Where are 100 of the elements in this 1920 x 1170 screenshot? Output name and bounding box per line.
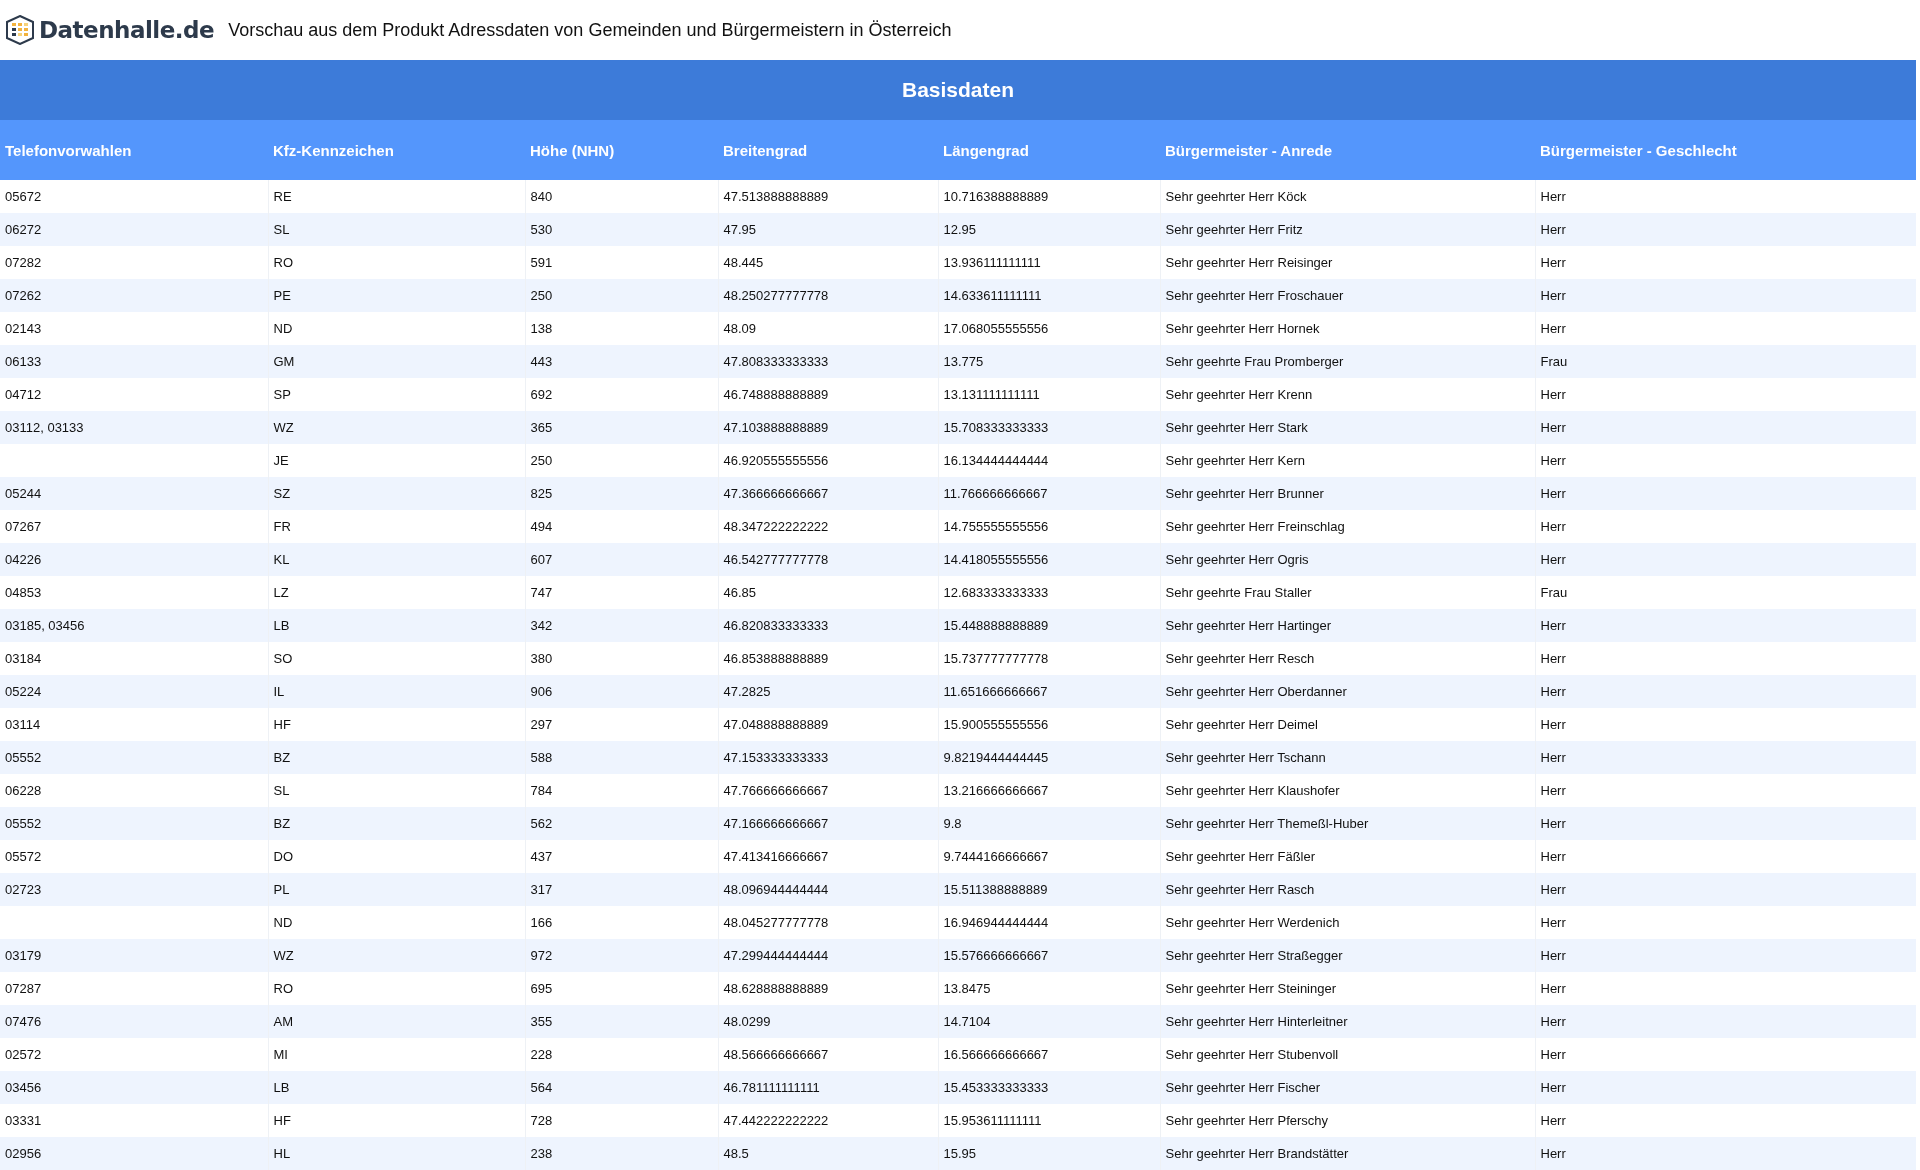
table-cell: 06228 — [0, 774, 268, 807]
table-cell: PE — [268, 279, 525, 312]
column-header: Kfz-Kennzeichen — [268, 120, 525, 180]
table-cell: 443 — [525, 345, 718, 378]
table-cell: 02572 — [0, 1038, 268, 1071]
table-cell: 07282 — [0, 246, 268, 279]
table-cell: 47.2825 — [718, 675, 938, 708]
table-cell: 9.8219444444445 — [938, 741, 1160, 774]
table-cell: 07476 — [0, 1005, 268, 1038]
logo-icon — [5, 15, 35, 45]
table-cell: 05672 — [0, 180, 268, 213]
table-cell: 46.542777777778 — [718, 543, 938, 576]
table-cell: 15.95 — [938, 1137, 1160, 1170]
table-cell: Herr — [1535, 807, 1916, 840]
table-cell: IL — [268, 675, 525, 708]
table-cell: Sehr geehrter Herr Hinterleitner — [1160, 1005, 1535, 1038]
table-cell: 47.299444444444 — [718, 939, 938, 972]
table-cell: 04712 — [0, 378, 268, 411]
table-cell: 05572 — [0, 840, 268, 873]
table-cell: LB — [268, 609, 525, 642]
table-cell: SZ — [268, 477, 525, 510]
table-cell: 530 — [525, 213, 718, 246]
table-cell: 14.633611111111 — [938, 279, 1160, 312]
table-cell: 03456 — [0, 1071, 268, 1104]
table-cell: Herr — [1535, 675, 1916, 708]
table-cell: 47.103888888889 — [718, 411, 938, 444]
table-cell: 03184 — [0, 642, 268, 675]
column-header: Längengrad — [938, 120, 1160, 180]
table-cell: Herr — [1535, 1071, 1916, 1104]
table-cell: 365 — [525, 411, 718, 444]
table-cell: 05552 — [0, 741, 268, 774]
table-cell: Herr — [1535, 939, 1916, 972]
table-cell: Herr — [1535, 1137, 1916, 1170]
table-cell: 48.0299 — [718, 1005, 938, 1038]
table-cell: 11.651666666667 — [938, 675, 1160, 708]
table-cell: Sehr geehrter Herr Themeßl-Huber — [1160, 807, 1535, 840]
table-cell: 317 — [525, 873, 718, 906]
table-cell: 562 — [525, 807, 718, 840]
table-cell: 07287 — [0, 972, 268, 1005]
table-cell: 906 — [525, 675, 718, 708]
table-cell: 07267 — [0, 510, 268, 543]
table-cell: 03179 — [0, 939, 268, 972]
table-cell: Sehr geehrter Herr Fritz — [1160, 213, 1535, 246]
table-cell: 355 — [525, 1005, 718, 1038]
table-cell: Sehr geehrter Herr Stark — [1160, 411, 1535, 444]
table-cell: Sehr geehrter Herr Hartinger — [1160, 609, 1535, 642]
table-cell: 46.820833333333 — [718, 609, 938, 642]
table-cell: 250 — [525, 279, 718, 312]
table-cell: 15.708333333333 — [938, 411, 1160, 444]
table-cell: Herr — [1535, 477, 1916, 510]
table-cell: 03185, 03456 — [0, 609, 268, 642]
table-cell: 05552 — [0, 807, 268, 840]
table-cell: PL — [268, 873, 525, 906]
table-cell: 238 — [525, 1137, 718, 1170]
table-cell: 11.766666666667 — [938, 477, 1160, 510]
table-cell: 03112, 03133 — [0, 411, 268, 444]
table-cell: Sehr geehrter Herr Oberdanner — [1160, 675, 1535, 708]
column-header: Bürgermeister - Anrede — [1160, 120, 1535, 180]
table-cell: 564 — [525, 1071, 718, 1104]
table-cell: GM — [268, 345, 525, 378]
table-cell: Herr — [1535, 279, 1916, 312]
table-cell: Sehr geehrter Herr Rasch — [1160, 873, 1535, 906]
table-cell: 03114 — [0, 708, 268, 741]
table-cell: BZ — [268, 807, 525, 840]
table-cell: 15.448888888889 — [938, 609, 1160, 642]
table-cell: 825 — [525, 477, 718, 510]
table-cell: 05224 — [0, 675, 268, 708]
table-cell: 47.153333333333 — [718, 741, 938, 774]
table-cell: Sehr geehrter Herr Tschann — [1160, 741, 1535, 774]
table-cell: Herr — [1535, 1005, 1916, 1038]
table-cell: 02143 — [0, 312, 268, 345]
table-cell: 14.418055555556 — [938, 543, 1160, 576]
table-cell: 04226 — [0, 543, 268, 576]
table-cell: 9.8 — [938, 807, 1160, 840]
table-cell: 48.096944444444 — [718, 873, 938, 906]
table-cell: Sehr geehrte Frau Promberger — [1160, 345, 1535, 378]
table-cell: 47.366666666667 — [718, 477, 938, 510]
table-cell: Sehr geehrter Herr Brandstätter — [1160, 1137, 1535, 1170]
table-cell: 13.775 — [938, 345, 1160, 378]
table-cell: 342 — [525, 609, 718, 642]
table-cell: 972 — [525, 939, 718, 972]
group-heading: Basisdaten — [0, 60, 1916, 120]
table-cell: Herr — [1535, 609, 1916, 642]
table-cell: HL — [268, 1137, 525, 1170]
table-cell: 46.781111111111 — [718, 1071, 938, 1104]
table-cell: 02723 — [0, 873, 268, 906]
table-cell: 15.576666666667 — [938, 939, 1160, 972]
page-title: Vorschau aus dem Produkt Adressdaten von Gemeinden und Bürgermeistern in Österreich — [228, 19, 952, 41]
table-cell: Herr — [1535, 411, 1916, 444]
table-cell: 47.95 — [718, 213, 938, 246]
table-cell: BZ — [268, 741, 525, 774]
table-cell: 48.250277777778 — [718, 279, 938, 312]
table-cell: 47.166666666667 — [718, 807, 938, 840]
logo-text[interactable]: Datenhalle.de — [39, 17, 215, 43]
column-header: Bürgermeister - Geschlecht — [1535, 120, 1916, 180]
table-cell: WZ — [268, 939, 525, 972]
table-cell: Herr — [1535, 873, 1916, 906]
table-cell: KL — [268, 543, 525, 576]
table-cell: 48.5 — [718, 1137, 938, 1170]
table-cell: Sehr geehrter Herr Straßegger — [1160, 939, 1535, 972]
